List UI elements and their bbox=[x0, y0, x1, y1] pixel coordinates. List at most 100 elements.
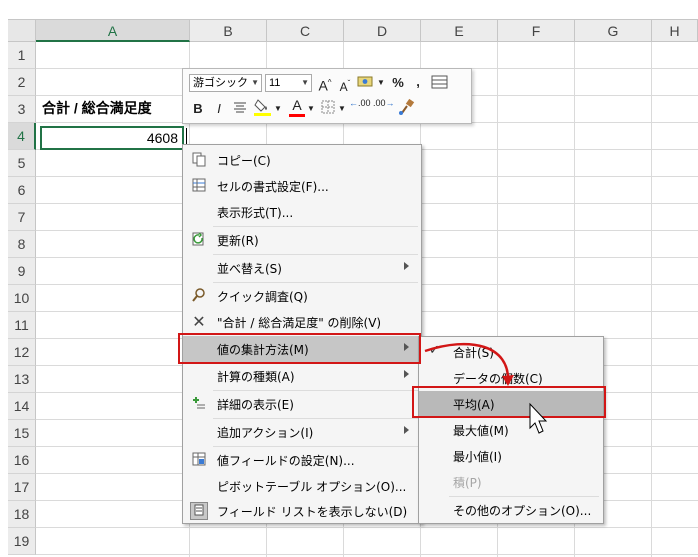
menu-item-format-cells[interactable]: セルの書式設定(F)... bbox=[183, 173, 421, 199]
column-header-f[interactable]: F bbox=[498, 20, 575, 42]
select-all-corner[interactable] bbox=[8, 20, 36, 42]
menu-item-label: セルの書式設定(F)... bbox=[217, 180, 329, 194]
excel-window: { "spreadsheet": { "columns": ["A", "B",… bbox=[0, 0, 698, 557]
row-header-17[interactable]: 17 bbox=[8, 474, 36, 501]
column-header-a[interactable]: A bbox=[36, 20, 190, 42]
submenu-item-sum[interactable]: ✓ 合計(S) bbox=[419, 339, 603, 365]
increase-decimal-button[interactable]: ←.00 bbox=[349, 98, 371, 116]
chevron-down-icon[interactable]: ▼ bbox=[251, 75, 259, 91]
borders-icon bbox=[321, 100, 335, 114]
menu-item-number-format[interactable]: 表示形式(T)... bbox=[183, 199, 421, 225]
submenu-item-product: 積(P) bbox=[419, 469, 603, 495]
row-header-3[interactable]: 3 bbox=[8, 96, 36, 123]
decrease-font-size-button[interactable]: Aˇ bbox=[337, 75, 353, 94]
fill-color-button[interactable] bbox=[253, 97, 273, 116]
row-header-18[interactable]: 18 bbox=[8, 501, 36, 528]
menu-item-value-field-settings[interactable]: 値フィールドの設定(N)... bbox=[183, 447, 421, 473]
menu-item-pivot-options[interactable]: ピボットテーブル オプション(O)... bbox=[183, 473, 421, 499]
number-format-button[interactable] bbox=[355, 74, 377, 92]
row-header-19[interactable]: 19 bbox=[8, 528, 36, 555]
column-header-h[interactable]: H bbox=[652, 20, 698, 42]
comma-style-button[interactable]: , bbox=[411, 73, 425, 91]
table-format-icon bbox=[431, 75, 448, 89]
chevron-down-icon[interactable]: ▼ bbox=[301, 75, 309, 91]
submenu-item-max[interactable]: 最大値(M) bbox=[419, 417, 603, 443]
format-cells-icon bbox=[190, 177, 208, 195]
menu-item-label: 詳細の表示(E) bbox=[217, 398, 294, 412]
row-header-2[interactable]: 2 bbox=[8, 69, 36, 96]
column-header-d[interactable]: D bbox=[344, 20, 421, 42]
menu-item-label: 値フィールドの設定(N)... bbox=[217, 454, 355, 468]
annotation-highlight-average bbox=[412, 386, 606, 418]
row-header-7[interactable]: 7 bbox=[8, 204, 36, 231]
menu-item-label: フィールド リストを表示しない(D) bbox=[217, 505, 408, 519]
percent-style-button[interactable]: % bbox=[389, 74, 407, 92]
row-header-8[interactable]: 8 bbox=[8, 231, 36, 258]
decrease-decimal-button[interactable]: .00→ bbox=[373, 98, 395, 116]
menu-item-label: "合計 / 総合満足度" の削除(V) bbox=[217, 316, 382, 330]
submenu-item-min[interactable]: 最小値(I) bbox=[419, 443, 603, 469]
menu-item-hide-field-list[interactable]: フィールド リストを表示しない(D) bbox=[183, 498, 421, 524]
menu-item-remove-field[interactable]: ✕ "合計 / 総合満足度" の削除(V) bbox=[183, 309, 421, 335]
menu-item-refresh[interactable]: 更新(R) bbox=[183, 227, 421, 253]
menu-item-label: 更新(R) bbox=[217, 234, 259, 248]
menu-item-label: 追加アクション(I) bbox=[217, 426, 314, 440]
row-header-9[interactable]: 9 bbox=[8, 258, 36, 285]
menu-item-copy[interactable]: コピー(C) bbox=[183, 147, 421, 173]
format-painter-icon bbox=[399, 98, 415, 115]
chevron-down-icon[interactable]: ▼ bbox=[338, 100, 346, 118]
menu-item-label: 計算の種類(A) bbox=[217, 370, 295, 384]
column-header-e[interactable]: E bbox=[421, 20, 498, 42]
menu-item-show-details[interactable]: 詳細の表示(E) bbox=[183, 391, 421, 417]
menu-item-label: コピー(C) bbox=[217, 154, 271, 168]
format-painter-button[interactable] bbox=[397, 98, 417, 116]
menu-item-show-values-as[interactable]: 計算の種類(A) bbox=[183, 363, 421, 389]
bold-button[interactable]: B bbox=[191, 100, 205, 118]
column-header-g[interactable]: G bbox=[575, 20, 652, 42]
italic-button[interactable]: I bbox=[212, 100, 226, 118]
row-header-1[interactable]: 1 bbox=[8, 42, 36, 69]
menu-item-label: ピボットテーブル オプション(O)... bbox=[217, 480, 407, 494]
increase-font-size-button[interactable]: A^ bbox=[317, 74, 333, 94]
table-format-button[interactable] bbox=[429, 74, 451, 92]
cell-a4-value: 4608 bbox=[146, 130, 178, 146]
submenu-item-label: データの個数(C) bbox=[453, 372, 543, 386]
grid-column-line bbox=[651, 42, 652, 557]
row-header-13[interactable]: 13 bbox=[8, 366, 36, 393]
font-color-label: A bbox=[292, 97, 302, 113]
increase-decimal-label: .00 bbox=[358, 98, 371, 108]
row-header-14[interactable]: 14 bbox=[8, 393, 36, 420]
cell-a4-selected[interactable]: 4608 bbox=[40, 126, 184, 150]
grid-row-line bbox=[36, 554, 698, 555]
row-header-12[interactable]: 12 bbox=[8, 339, 36, 366]
menu-item-sort[interactable]: 並べ替え(S) bbox=[183, 255, 421, 281]
submenu-item-more-options[interactable]: その他のオプション(O)... bbox=[419, 497, 603, 523]
cell-a3-pivot-header[interactable]: 合計 / 総合満足度 bbox=[42, 98, 152, 118]
chevron-right-icon bbox=[404, 370, 409, 378]
row-header-10[interactable]: 10 bbox=[8, 285, 36, 312]
font-color-button[interactable]: A bbox=[287, 96, 307, 118]
row-header-11[interactable]: 11 bbox=[8, 312, 36, 339]
menu-item-additional-actions[interactable]: 追加アクション(I) bbox=[183, 419, 421, 445]
show-details-icon bbox=[190, 395, 208, 413]
field-list-icon bbox=[190, 502, 208, 520]
column-header-b[interactable]: B bbox=[190, 20, 267, 42]
row-header-15[interactable]: 15 bbox=[8, 420, 36, 447]
align-center-button[interactable] bbox=[231, 100, 249, 118]
borders-button[interactable] bbox=[319, 100, 337, 118]
chevron-down-icon[interactable]: ▼ bbox=[377, 74, 385, 92]
row-header-4[interactable]: 4 bbox=[8, 123, 36, 150]
row-header-5[interactable]: 5 bbox=[8, 150, 36, 177]
row-header-6[interactable]: 6 bbox=[8, 177, 36, 204]
column-header-c[interactable]: C bbox=[267, 20, 344, 42]
font-size-box[interactable]: 11 ▼ bbox=[265, 74, 312, 92]
chevron-down-icon[interactable]: ▼ bbox=[274, 100, 282, 118]
paint-bucket-icon bbox=[254, 99, 271, 116]
menu-item-label: クイック調査(Q) bbox=[217, 290, 308, 304]
chevron-down-icon[interactable]: ▼ bbox=[307, 100, 315, 118]
currency-format-icon bbox=[357, 76, 373, 87]
submenu-item-label: 最大値(M) bbox=[453, 424, 509, 438]
font-name-box[interactable]: 游ゴシック ▼ bbox=[189, 74, 262, 92]
menu-item-quick-explore[interactable]: クイック調査(Q) bbox=[183, 283, 421, 309]
row-header-16[interactable]: 16 bbox=[8, 447, 36, 474]
